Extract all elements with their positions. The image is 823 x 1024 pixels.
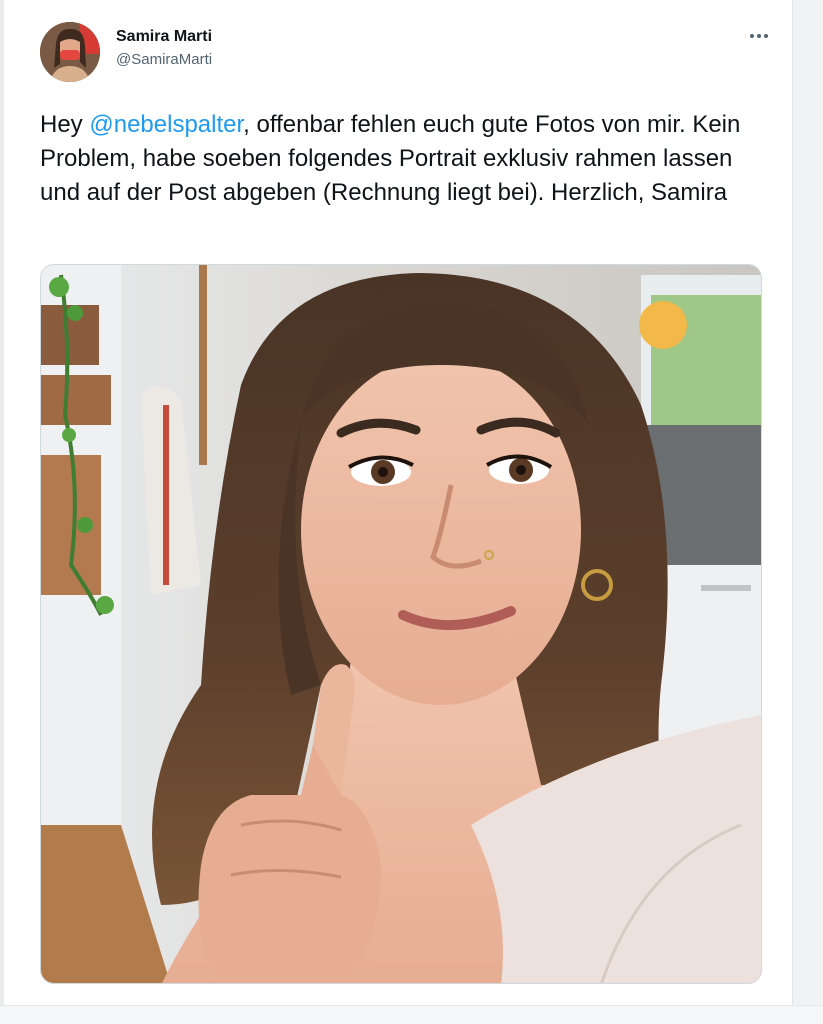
display-name[interactable]: Samira Marti [116, 26, 212, 48]
tweet-card: Samira Marti @SamiraMarti Hey @nebelspal… [6, 0, 789, 1004]
author-names: Samira Marti @SamiraMarti [116, 26, 212, 70]
avatar-photo-icon [40, 22, 100, 82]
more-horizontal-icon-dot [757, 34, 761, 38]
tweet-header: Samira Marti @SamiraMarti [40, 18, 780, 84]
avatar[interactable] [40, 22, 100, 82]
bottom-edge [0, 1005, 823, 1024]
more-horizontal-icon-dot [764, 34, 768, 38]
mention-link[interactable]: @nebelspalter [89, 111, 243, 138]
left-edge [0, 0, 4, 1024]
tweet-text: Hey @nebelspalter, offenbar fehlen euch … [40, 108, 760, 210]
right-scroll-gutter [792, 0, 823, 1024]
author-handle[interactable]: @SamiraMarti [116, 50, 212, 70]
tweet-text-start: Hey [40, 111, 90, 138]
more-options-button[interactable] [746, 26, 772, 46]
tweet-photo[interactable] [40, 264, 762, 984]
portrait-photo [41, 265, 761, 983]
more-horizontal-icon [750, 34, 754, 38]
screenshot-frame: Samira Marti @SamiraMarti Hey @nebelspal… [0, 0, 823, 1024]
